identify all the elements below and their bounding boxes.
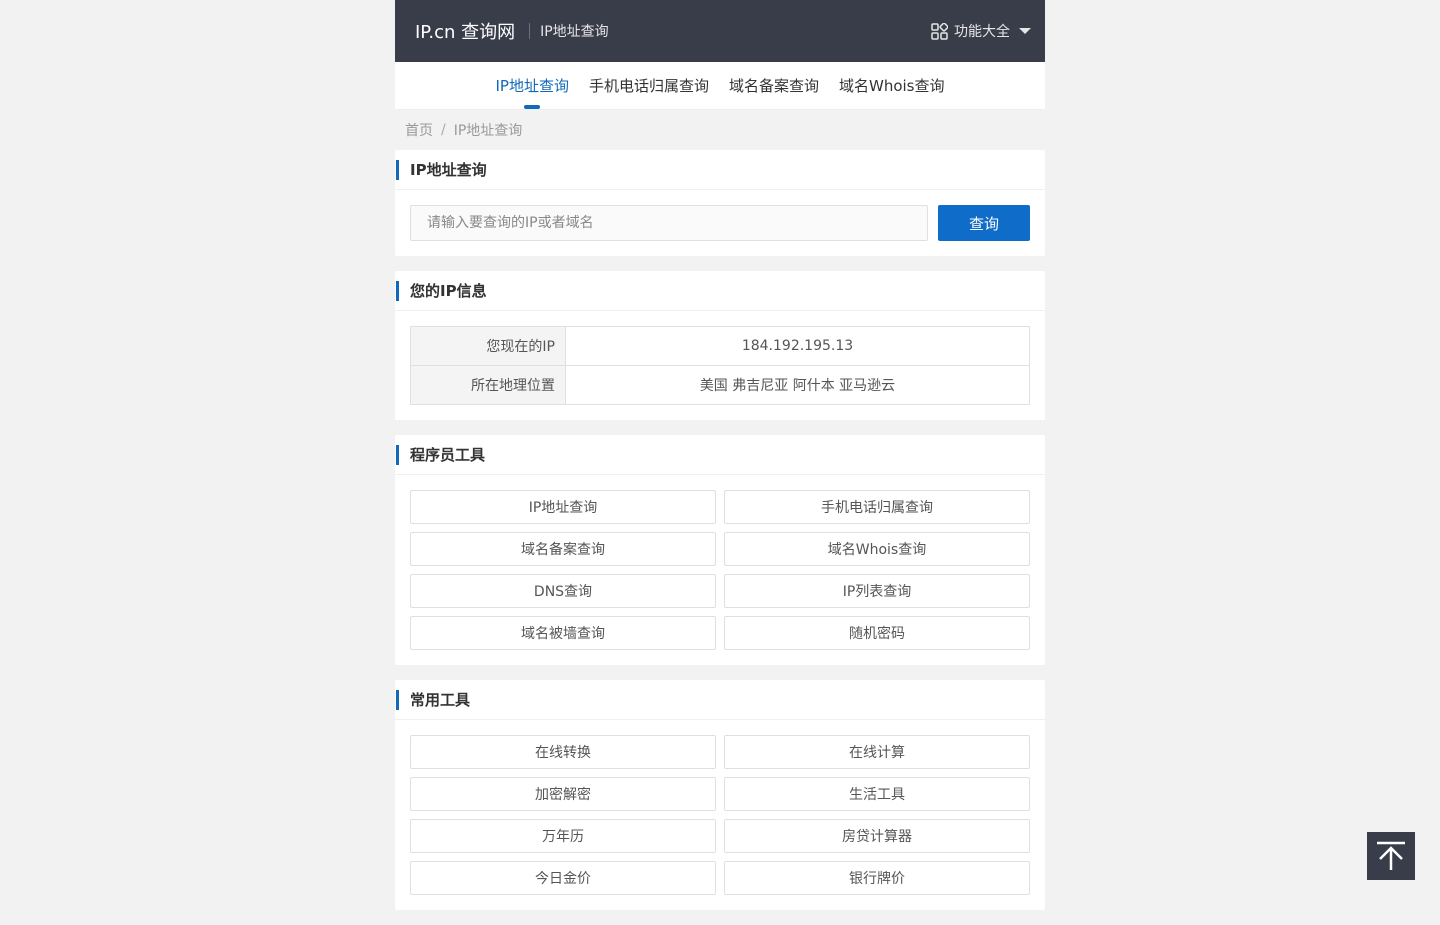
table-row: 所在地理位置 美国 弗吉尼亚 阿什本 亚马逊云 (410, 365, 1030, 405)
tool-calendar[interactable]: 万年历 (410, 819, 716, 853)
caret-down-icon (1019, 28, 1031, 34)
features-menu-button[interactable]: 功能大全 (931, 21, 1031, 41)
site-logo[interactable]: IP.cn 查询网 (415, 18, 515, 44)
tool-bank-rates[interactable]: 银行牌价 (724, 861, 1030, 895)
ip-value: 184.192.195.13 (565, 326, 1030, 366)
header-subtitle: IP地址查询 (540, 24, 609, 40)
tool-ip-lookup[interactable]: IP地址查询 (410, 490, 716, 524)
features-menu-label: 功能大全 (954, 24, 1010, 40)
ip-label: 您现在的IP (410, 326, 566, 366)
tab-domain-whois[interactable]: 域名Whois查询 (829, 62, 955, 109)
tool-domain-blocked[interactable]: 域名被墙查询 (410, 616, 716, 650)
dev-tools-card: 程序员工具 IP地址查询 手机电话归属查询 域名备案查询 域名Whois查询 D… (395, 435, 1045, 665)
breadcrumb: 首页 / IP地址查询 (395, 110, 1045, 150)
common-tools-title: 常用工具 (395, 680, 1045, 720)
ip-info-table: 您现在的IP 184.192.195.13 所在地理位置 美国 弗吉尼亚 阿什本… (410, 326, 1030, 405)
tab-domain-icp[interactable]: 域名备案查询 (719, 62, 829, 109)
tool-life-tools[interactable]: 生活工具 (724, 777, 1030, 811)
dev-tools-title: 程序员工具 (395, 435, 1045, 475)
main-nav-tabs: IP地址查询 手机电话归属查询 域名备案查询 域名Whois查询 (395, 62, 1045, 110)
search-card: IP地址查询 查询 (395, 150, 1045, 256)
header-divider (529, 23, 531, 39)
tool-random-password[interactable]: 随机密码 (724, 616, 1030, 650)
location-label: 所在地理位置 (410, 365, 566, 405)
common-tools-card: 常用工具 在线转换 在线计算 加密解密 生活工具 万年历 房贷计算器 今日金价 … (395, 680, 1045, 910)
search-row: 查询 (410, 205, 1030, 241)
breadcrumb-separator: / (441, 122, 446, 138)
arrow-up-to-top-icon (1377, 841, 1405, 870)
tool-phone-lookup[interactable]: 手机电话归属查询 (724, 490, 1030, 524)
grid-apps-icon (931, 22, 948, 40)
location-value: 美国 弗吉尼亚 阿什本 亚马逊云 (565, 365, 1030, 405)
ip-info-title: 您的IP信息 (395, 271, 1045, 311)
ip-info-card: 您的IP信息 您现在的IP 184.192.195.13 所在地理位置 美国 弗… (395, 271, 1045, 420)
dev-tools-grid: IP地址查询 手机电话归属查询 域名备案查询 域名Whois查询 DNS查询 I… (410, 490, 1030, 650)
search-card-title: IP地址查询 (395, 150, 1045, 190)
back-to-top-button[interactable] (1367, 832, 1415, 880)
tab-phone-lookup[interactable]: 手机电话归属查询 (579, 62, 719, 109)
tool-online-convert[interactable]: 在线转换 (410, 735, 716, 769)
ip-search-input[interactable] (410, 205, 928, 241)
tool-encrypt-decrypt[interactable]: 加密解密 (410, 777, 716, 811)
tool-mortgage-calc[interactable]: 房贷计算器 (724, 819, 1030, 853)
tool-ip-list[interactable]: IP列表查询 (724, 574, 1030, 608)
tab-ip-lookup[interactable]: IP地址查询 (485, 62, 578, 109)
tool-online-calc[interactable]: 在线计算 (724, 735, 1030, 769)
breadcrumb-home[interactable]: 首页 (405, 120, 433, 140)
tool-gold-price[interactable]: 今日金价 (410, 861, 716, 895)
common-tools-grid: 在线转换 在线计算 加密解密 生活工具 万年历 房贷计算器 今日金价 银行牌价 (410, 735, 1030, 895)
page-container: IP.cn 查询网 IP地址查询 功能大全 IP地址查询 手机电话归属查询 域名… (395, 0, 1045, 925)
breadcrumb-current: IP地址查询 (453, 123, 523, 139)
table-row: 您现在的IP 184.192.195.13 (410, 326, 1030, 366)
top-bar: IP.cn 查询网 IP地址查询 功能大全 (395, 0, 1045, 62)
search-button[interactable]: 查询 (938, 205, 1030, 241)
tool-dns-lookup[interactable]: DNS查询 (410, 574, 716, 608)
tool-domain-icp[interactable]: 域名备案查询 (410, 532, 716, 566)
tool-domain-whois[interactable]: 域名Whois查询 (724, 532, 1030, 566)
